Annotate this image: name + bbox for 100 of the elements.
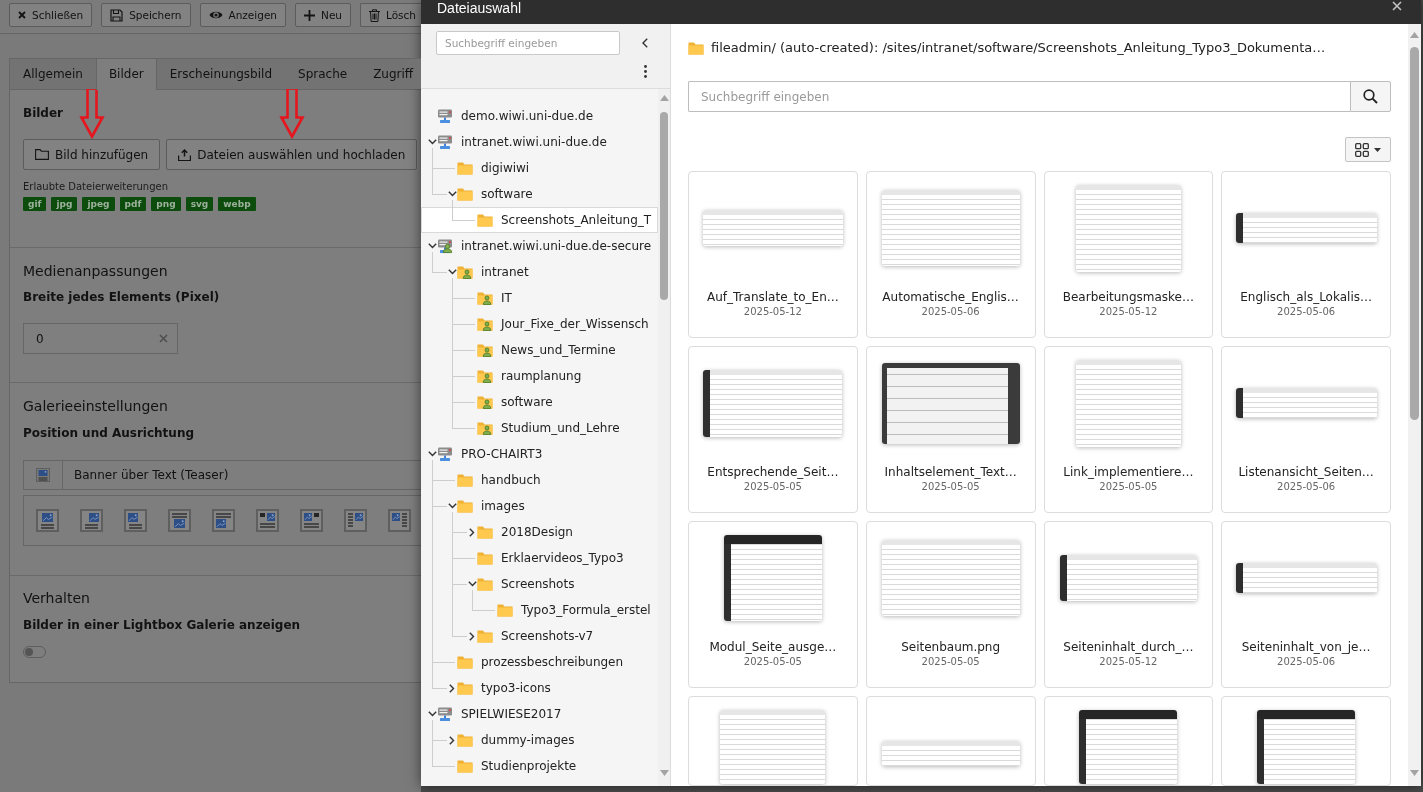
- image-text-layout-icon[interactable]: [256, 509, 279, 532]
- chevron-right-icon[interactable]: [469, 631, 475, 641]
- tab[interactable]: Allgemein: [10, 59, 96, 89]
- view-toggle-button[interactable]: [1345, 137, 1391, 162]
- file-card[interactable]: Auf_Translate_to_En… 2025-05-12: [688, 171, 858, 338]
- tree-item[interactable]: handbuch: [421, 467, 658, 493]
- image-text-layout-icon[interactable]: [300, 509, 323, 532]
- scrollbar[interactable]: [1408, 24, 1421, 786]
- tree-item[interactable]: intranet: [421, 259, 658, 285]
- file-card[interactable]: Seiteninhalt_durch_… 2025-05-12: [1043, 521, 1214, 688]
- tree-item[interactable]: dummy-images: [421, 727, 658, 753]
- tree-item[interactable]: demo.wiwi.uni-due.de: [421, 103, 658, 129]
- file-card[interactable]: Link_implementiere… 2025-05-05: [1043, 346, 1214, 513]
- scrollbar[interactable]: [658, 89, 670, 786]
- section-heading: Verhalten: [23, 589, 91, 608]
- close-button[interactable]: Schließen: [9, 3, 93, 27]
- chevron-right-icon[interactable]: [449, 683, 455, 693]
- chevron-down-icon[interactable]: [427, 243, 437, 249]
- image-text-layout-icon[interactable]: [212, 509, 235, 532]
- file-name: Automatische_Englis…: [882, 289, 1019, 305]
- tree-item[interactable]: Studium_und_Lehre: [421, 415, 658, 441]
- tree-item[interactable]: digiwiwi: [421, 155, 658, 181]
- tree-item[interactable]: Erklaervideos_Typo3: [421, 545, 658, 571]
- caret-icon: [1374, 147, 1381, 152]
- folder-person-icon: [477, 291, 493, 305]
- chevron-down-icon[interactable]: [447, 269, 457, 275]
- file-card[interactable]: Inhaltselement_Text… 2025-05-05: [865, 346, 1036, 513]
- tree-item[interactable]: software: [421, 181, 658, 207]
- file-extension-tag: webp: [218, 197, 256, 211]
- chevron-down-icon[interactable]: [427, 711, 437, 717]
- tree-item[interactable]: images: [421, 493, 658, 519]
- new-button[interactable]: Neu: [295, 3, 351, 27]
- tree-item[interactable]: intranet.wiwi.uni-due.de: [421, 129, 658, 155]
- lightbox-toggle[interactable]: [23, 646, 46, 658]
- scrollbar-thumb[interactable]: [1410, 47, 1419, 420]
- tree-item[interactable]: SPIELWIESE2017: [421, 701, 658, 727]
- tree-item[interactable]: Studienprojekte: [421, 753, 658, 779]
- tab[interactable]: Bilder: [95, 59, 157, 90]
- chevron-right-icon[interactable]: [469, 527, 475, 537]
- tree-item[interactable]: intranet.wiwi.uni-due.de-secure: [421, 233, 658, 259]
- tree-item[interactable]: software: [421, 389, 658, 415]
- image-text-layout-icon[interactable]: [344, 509, 367, 532]
- search-field[interactable]: Suchbegriff eingeben: [688, 81, 1350, 112]
- tree-item[interactable]: Screenshots_Anleitung_T: [421, 207, 658, 233]
- tree-item[interactable]: Screenshots-v7: [421, 623, 658, 649]
- scrollbar-thumb[interactable]: [660, 112, 668, 300]
- tree-item[interactable]: Typo3_Formula_erstel: [421, 597, 658, 623]
- folder-icon: [457, 499, 473, 513]
- tree-item[interactable]: IT: [421, 285, 658, 311]
- tab[interactable]: Erscheinungsbild: [156, 59, 285, 89]
- image-text-layout-icon[interactable]: [80, 509, 103, 532]
- file-date: 2025-05-12: [743, 305, 802, 319]
- save-button[interactable]: Speichern: [101, 3, 191, 27]
- chevron-down-icon[interactable]: [467, 581, 477, 587]
- view-button[interactable]: Anzeigen: [199, 3, 287, 27]
- file-card[interactable]: Automatische_Englis… 2025-05-06: [865, 171, 1036, 338]
- tree-search-field[interactable]: Suchbegriff eingeben: [436, 31, 620, 55]
- tree-item[interactable]: 2018Design: [421, 519, 658, 545]
- file-card[interactable]: Seiteninhalt_von_je… 2025-05-06: [1221, 521, 1391, 688]
- file-card[interactable]: Seitenbaum.png 2025-05-05: [865, 521, 1036, 688]
- server-person-icon: [437, 239, 453, 253]
- tree-item[interactable]: typo3-icons: [421, 675, 658, 701]
- delete-button[interactable]: Lösch: [360, 3, 421, 27]
- chevron-down-icon[interactable]: [447, 191, 457, 197]
- field-label: Position und Ausrichtung: [23, 425, 196, 442]
- tab[interactable]: Sprache: [285, 59, 361, 89]
- trash-icon: [369, 8, 380, 22]
- tree-item[interactable]: raumplanung: [421, 363, 658, 389]
- chevron-down-icon[interactable]: [427, 139, 437, 145]
- close-icon: [18, 11, 26, 19]
- width-input[interactable]: 0: [23, 323, 178, 354]
- file-card[interactable]: Englisch_als_Lokalis… 2025-05-06: [1221, 171, 1391, 338]
- add-image-button[interactable]: Bild hinzufügen: [23, 139, 161, 170]
- file-card[interactable]: Modul_Seite_ausge… 2025-05-05: [688, 521, 858, 688]
- file-date: 2025-05-06: [1277, 305, 1336, 319]
- file-card[interactable]: [1043, 696, 1214, 786]
- image-text-layout-icon[interactable]: [388, 509, 411, 532]
- search-button[interactable]: [1350, 81, 1391, 112]
- file-name: Englisch_als_Lokalis…: [1240, 289, 1372, 305]
- file-card[interactable]: [1221, 696, 1391, 786]
- tree-item[interactable]: Jour_Fixe_der_Wissensch: [421, 311, 658, 337]
- tree-item[interactable]: Screenshots: [421, 571, 658, 597]
- image-text-layout-icon[interactable]: [168, 509, 191, 532]
- tree-item[interactable]: prozessbeschreibungen: [421, 649, 658, 675]
- chevron-down-icon[interactable]: [447, 503, 457, 509]
- kebab-menu-icon[interactable]: [643, 65, 647, 78]
- chevron-down-icon[interactable]: [427, 451, 437, 457]
- tab[interactable]: Zugriff: [360, 59, 421, 89]
- file-card[interactable]: Bearbeitungsmaske… 2025-05-12: [1043, 171, 1214, 338]
- image-text-layout-icon[interactable]: [124, 509, 147, 532]
- tree-item[interactable]: News_und_Termine: [421, 337, 658, 363]
- chevron-left-icon[interactable]: [642, 38, 648, 48]
- position-select[interactable]: Banner über Text (Teaser): [23, 460, 421, 490]
- image-text-layout-icon[interactable]: [36, 509, 59, 532]
- chevron-right-icon[interactable]: [449, 735, 455, 745]
- tree-item[interactable]: PRO-CHAIRT3: [421, 441, 658, 467]
- file-card[interactable]: Listenansicht_Seiten… 2025-05-06: [1221, 346, 1391, 513]
- file-card[interactable]: Entsprechende_Seit… 2025-05-05: [688, 346, 858, 513]
- close-icon[interactable]: [1392, 1, 1402, 11]
- upload-button[interactable]: Dateien auswählen und hochladen: [166, 139, 418, 170]
